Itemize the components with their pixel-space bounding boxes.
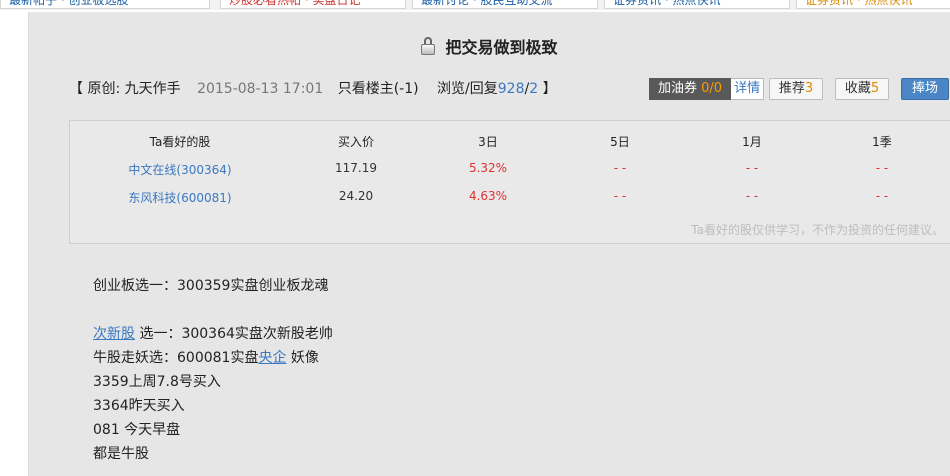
stock-row-2-3day: 4.63% xyxy=(468,189,508,203)
views-label: 浏览/回复 xyxy=(437,81,498,97)
support-button[interactable]: 捧场 xyxy=(901,78,949,100)
stock-row-1-price: 117.19 xyxy=(335,161,377,175)
recommend-button[interactable]: 推荐3 xyxy=(769,78,823,100)
collect-count: 5 xyxy=(870,81,880,96)
stock-row-2-price: 24.20 xyxy=(338,189,374,203)
stock-row-1-1month: - - xyxy=(745,161,759,175)
body-line-3: 牛股走妖选：600081实盘央企 妖像 xyxy=(93,350,319,366)
top-tab-strip: 最新帖子 · 创业板选股 炒股必看热帖 · 实盘日记 最新讨论 · 股民互助交流… xyxy=(0,0,950,10)
new-stock-link[interactable]: 次新股 xyxy=(93,326,135,342)
collect-button[interactable]: 收藏5 xyxy=(835,78,889,100)
stock-row-1-name[interactable]: 中文在线(300364) xyxy=(120,161,240,178)
header-buy-price: 买入价 xyxy=(337,135,374,149)
post-body: 创业板选一：300359实盘创业板龙魂 次新股 选一：300364实盘次新股老帅… xyxy=(93,274,333,466)
stock-disclaimer: Ta看好的股仅供学习，不作为投资的任何建议。 xyxy=(691,223,944,237)
oil-coupon-label[interactable]: 加油券 0/0 xyxy=(649,78,732,100)
stock-row-2-1month: - - xyxy=(745,189,759,203)
views-count[interactable]: 928 xyxy=(498,81,525,97)
top-tab-3[interactable]: 最新讨论 · 股民互助交流 xyxy=(412,0,598,9)
favored-stocks-table: Ta看好的股 买入价 3日 5日 1月 1季 中文在线(300364) 117.… xyxy=(69,120,950,244)
only-owner-link[interactable]: 只看楼主(-1) xyxy=(338,81,419,97)
oil-coupon-button[interactable]: 加油券 0/0 详情 xyxy=(649,78,765,100)
body-line-7: 都是牛股 xyxy=(93,446,149,462)
stock-row-2-5day: - - xyxy=(613,189,627,203)
header-1month: 1月 xyxy=(742,135,762,149)
author-name[interactable]: 九天作手 xyxy=(125,81,181,97)
header-5day: 5日 xyxy=(610,135,630,149)
recommend-count: 3 xyxy=(804,81,814,96)
post-panel: 把交易做到极致 【 原创: 九天作手 2015-08-13 17:01 只看楼主… xyxy=(28,12,950,476)
body-line-4: 3359上周7.8号买入 xyxy=(93,374,221,390)
post-title: 把交易做到极致 xyxy=(445,38,558,57)
origin-label: 原创: xyxy=(87,81,121,97)
lock-icon xyxy=(421,37,436,55)
post-date: 2015-08-13 17:01 xyxy=(197,81,324,97)
post-meta: 【 原创: 九天作手 2015-08-13 17:01 只看楼主(-1) 浏览/… xyxy=(69,78,557,100)
top-tab-5[interactable]: 证券资讯 · 热点快讯 xyxy=(796,0,950,9)
body-line-2: 次新股 选一：300364实盘次新股老帅 xyxy=(93,326,333,342)
meta-close-bracket: 】 xyxy=(542,81,557,97)
header-stock: Ta看好的股 xyxy=(149,135,211,149)
header-3day: 3日 xyxy=(478,135,498,149)
header-1quarter: 1季 xyxy=(872,135,892,149)
oil-detail-link[interactable]: 详情 xyxy=(731,78,765,100)
stock-row-2-1quarter: - - xyxy=(875,189,889,203)
body-line-1: 创业板选一：300359实盘创业板龙魂 xyxy=(93,278,329,294)
top-tab-4[interactable]: 证券资讯 · 热点快讯 xyxy=(604,0,790,9)
stock-row-1-3day: 5.32% xyxy=(468,161,508,175)
oil-coupon-value: 0/0 xyxy=(701,81,723,96)
replies-count[interactable]: 2 xyxy=(529,81,538,97)
body-line-5: 3364昨天买入 xyxy=(93,398,185,414)
stock-row-2-name[interactable]: 东风科技(600081) xyxy=(120,189,240,206)
meta-open-bracket: 【 xyxy=(69,81,83,97)
top-tab-1[interactable]: 最新帖子 · 创业板选股 xyxy=(0,0,210,9)
post-title-row: 把交易做到极致 xyxy=(29,34,950,58)
top-tab-2[interactable]: 炒股必看热帖 · 实盘日记 xyxy=(220,0,406,9)
body-line-6: 081 今天早盘 xyxy=(93,422,181,438)
stock-row-1-1quarter: - - xyxy=(875,161,889,175)
soe-link[interactable]: 央企 xyxy=(258,350,286,366)
stock-row-1-5day: - - xyxy=(613,161,627,175)
